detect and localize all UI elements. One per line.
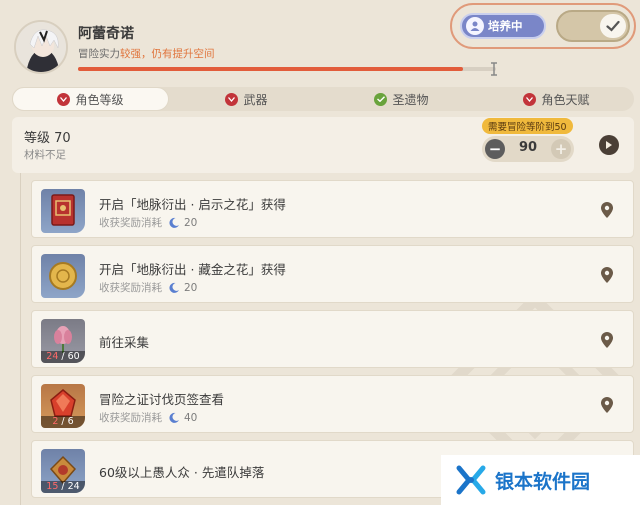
tab-artifact[interactable]: 圣遗物 (324, 87, 479, 111)
cultivate-badge[interactable]: 培养中 (460, 13, 546, 39)
reward-label: 收获奖励消耗 (99, 412, 162, 424)
character-header: 阿蕾奇诺 冒险实力较强，仍有提升空间 培养中 (0, 0, 640, 86)
power-progress-fill (78, 67, 463, 71)
power-rating: 冒险实力较强，仍有提升空间 (78, 46, 215, 61)
cultivate-person-icon (466, 17, 484, 35)
target-level-stepper: − 90 + (482, 136, 574, 162)
reward-cost: 40 (184, 411, 198, 424)
list-item[interactable]: 2 / 6 冒险之证讨伐页签查看 收获奖励消耗 40 (31, 375, 634, 433)
tree-connector (20, 173, 21, 505)
checkmark-icon (600, 14, 626, 38)
alert-dot-icon (57, 92, 71, 106)
site-watermark: 银本软件园 (441, 455, 640, 505)
tab-label: 角色天赋 (541, 92, 590, 107)
cultivate-toggle[interactable] (556, 10, 630, 42)
resin-moon-icon (169, 282, 179, 293)
resin-moon-icon (169, 217, 179, 228)
cultivate-label: 培养中 (488, 19, 523, 33)
item-title: 前往采集 (99, 335, 150, 350)
item-count: 15 / 24 (41, 481, 85, 493)
insignia-icon: 15 / 24 (41, 449, 85, 493)
flower-icon: 24 / 60 (41, 319, 85, 363)
alert-dot-icon (225, 92, 239, 106)
mora-icon (41, 254, 85, 298)
item-reward: 收获奖励消耗 40 (99, 410, 197, 425)
resin-moon-icon (169, 412, 179, 423)
location-pin-icon[interactable] (601, 202, 613, 218)
watermark-text: 银本软件园 (495, 470, 591, 493)
item-reward: 收获奖励消耗 20 (99, 280, 197, 295)
current-level: 等级 70 (24, 131, 71, 146)
character-name: 阿蕾奇诺 (78, 26, 134, 42)
item-title: 开启「地脉衍出 · 启示之花」获得 (99, 197, 286, 212)
reward-label: 收获奖励消耗 (99, 217, 162, 229)
power-progress-bar (78, 67, 496, 71)
watermark-logo-icon (456, 465, 486, 495)
category-tabs: 角色等级 武器 圣遗物 角色天赋 (12, 87, 634, 111)
item-count: 2 / 6 (41, 416, 85, 428)
reward-cost: 20 (184, 216, 198, 229)
tab-label: 武器 (243, 92, 268, 107)
tab-character-level[interactable]: 角色等级 (12, 87, 169, 111)
play-arrow-icon[interactable] (599, 135, 619, 155)
alert-dot-icon (523, 92, 537, 106)
requirement-badge: 需要冒险等阶到50 (482, 118, 573, 134)
power-hint: ，仍有提升空间 (141, 48, 215, 60)
location-pin-icon[interactable] (601, 267, 613, 283)
tab-talent[interactable]: 角色天赋 (479, 87, 634, 111)
tab-label: 圣遗物 (392, 92, 429, 107)
list-item[interactable]: 24 / 60 前往采集 (31, 310, 634, 368)
tab-weapon[interactable]: 武器 (169, 87, 324, 111)
location-pin-icon[interactable] (601, 332, 613, 348)
list-item[interactable]: 开启「地脉衍出 · 藏金之花」获得 收获奖励消耗 20 (31, 245, 634, 303)
item-reward: 收获奖励消耗 20 (99, 215, 197, 230)
item-title: 开启「地脉衍出 · 藏金之花」获得 (99, 262, 286, 277)
check-dot-icon (374, 92, 388, 106)
avatar-portrait-icon (16, 22, 66, 72)
list-item[interactable]: 开启「地脉衍出 · 启示之花」获得 收获奖励消耗 20 (31, 180, 634, 238)
gem-icon: 2 / 6 (41, 384, 85, 428)
power-level: 较强 (120, 48, 141, 60)
increase-button[interactable]: + (551, 139, 571, 159)
reward-cost: 20 (184, 281, 198, 294)
level-panel: 等级 70 材料不足 需要冒险等阶到50 − 90 + (12, 117, 634, 173)
book-icon (41, 189, 85, 233)
power-label: 冒险实力 (78, 48, 120, 60)
item-title: 冒险之证讨伐页签查看 (99, 392, 225, 407)
item-title: 60级以上愚人众 · 先遣队掉落 (99, 465, 265, 480)
tab-label: 角色等级 (75, 92, 124, 107)
character-avatar[interactable] (14, 20, 68, 74)
progress-marker-icon (491, 62, 497, 76)
location-pin-icon[interactable] (601, 397, 613, 413)
item-count: 24 / 60 (41, 351, 85, 363)
reward-label: 收获奖励消耗 (99, 282, 162, 294)
material-status: 材料不足 (24, 149, 66, 161)
cultivate-control: 培养中 (450, 3, 636, 49)
